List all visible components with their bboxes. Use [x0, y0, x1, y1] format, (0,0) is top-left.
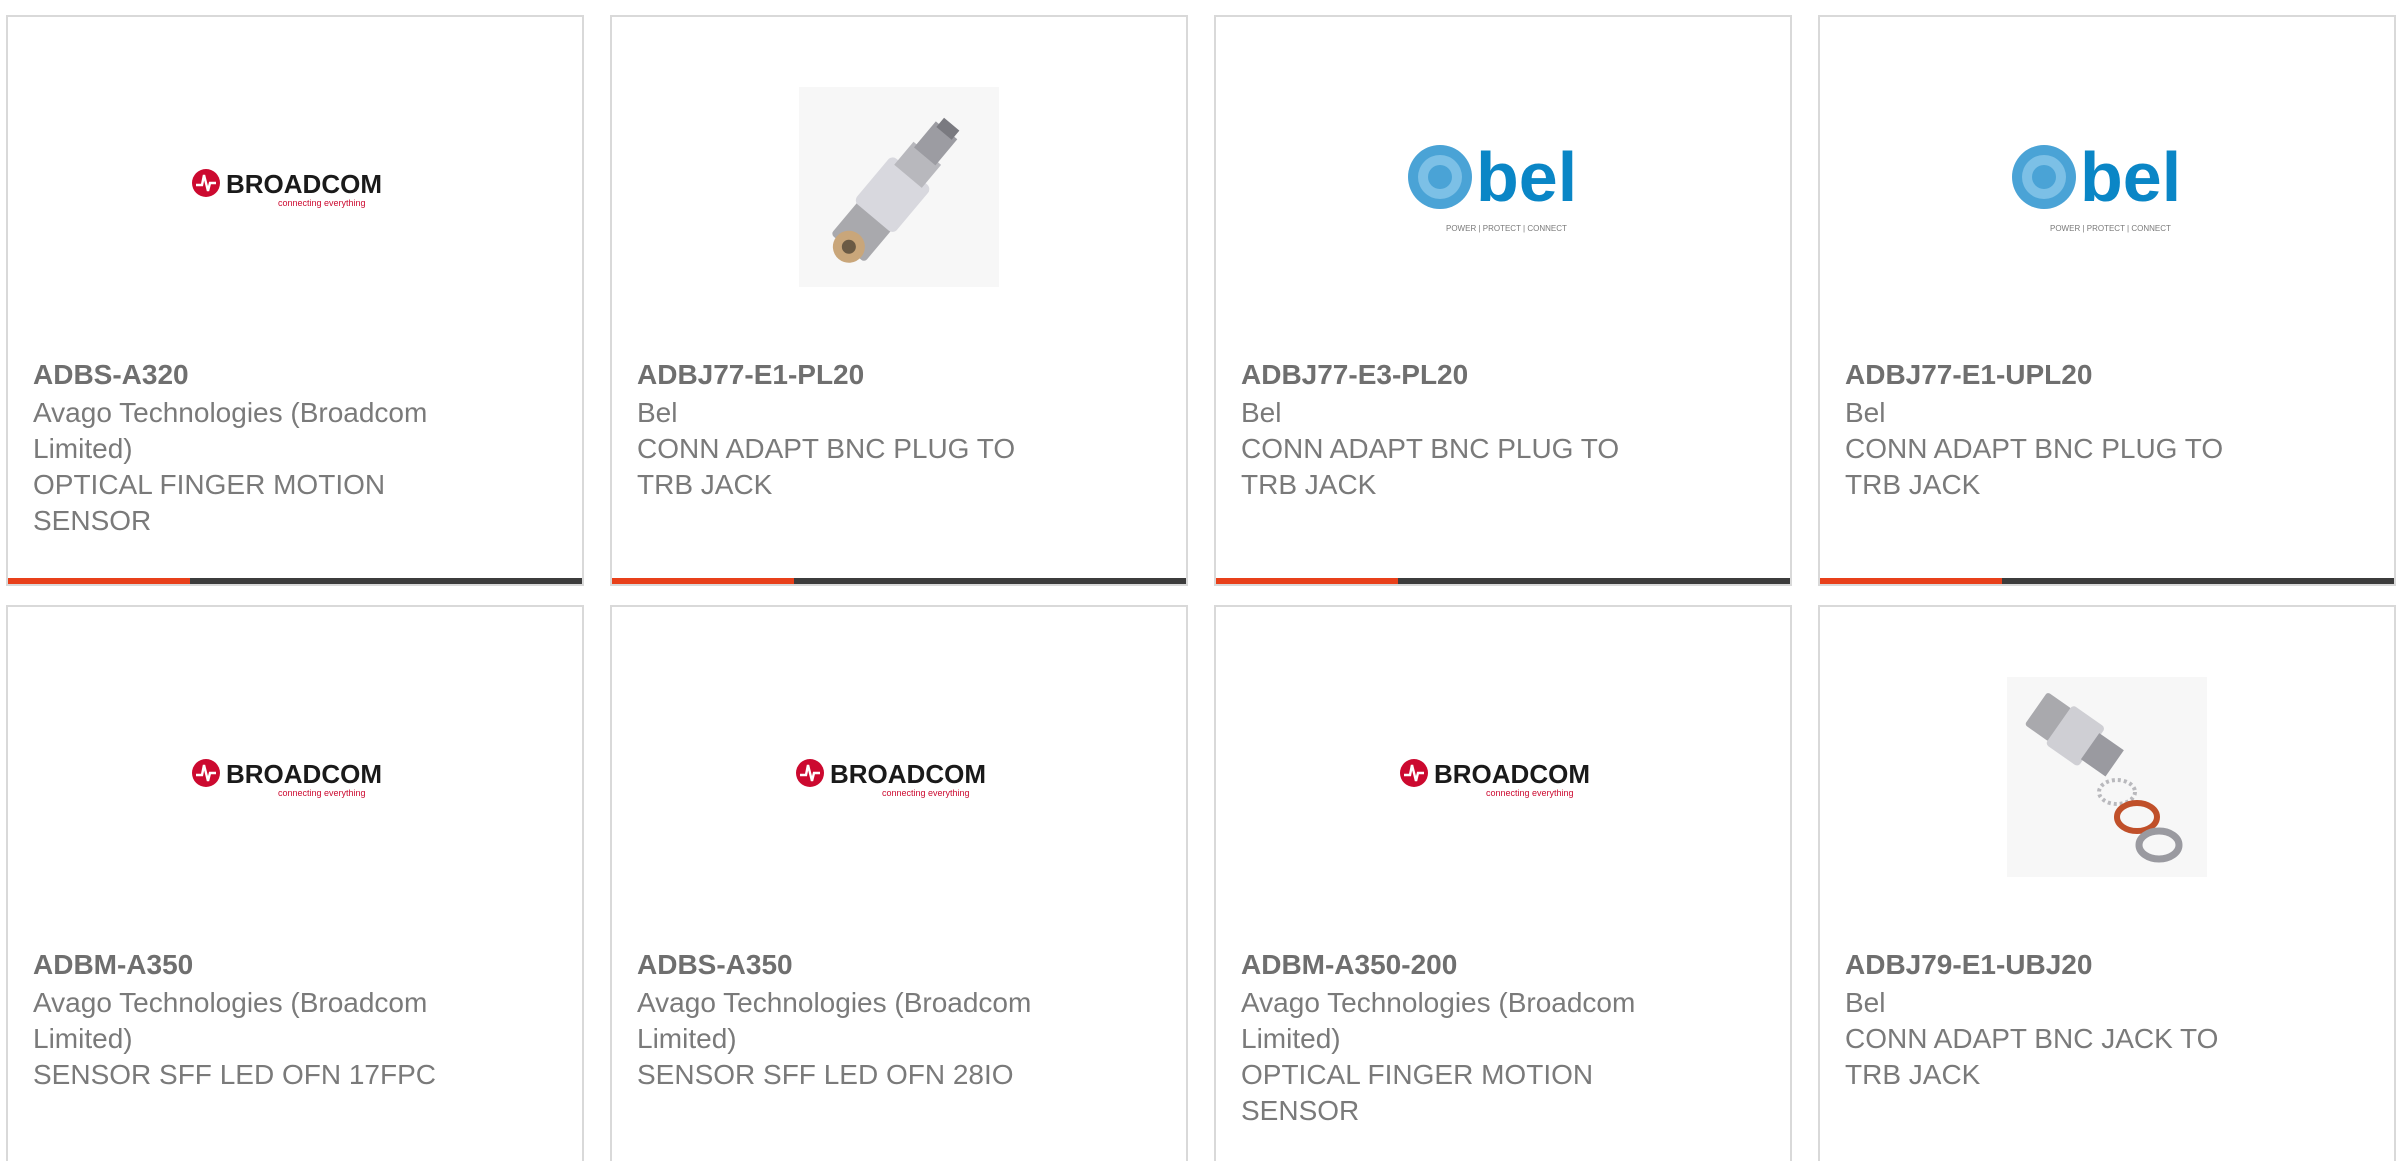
- product-card[interactable]: BROADCOM connecting everything ADBS-A350…: [610, 605, 1188, 1161]
- broadcom-logo: BROADCOM connecting everything: [190, 755, 400, 799]
- svg-text:bel: bel: [2080, 138, 2181, 216]
- part-number[interactable]: ADBM-A350-200: [1241, 947, 1671, 983]
- description: OPTICAL FINGER MOTION SENSOR: [33, 469, 386, 536]
- card-bottom-bar: [1820, 578, 2394, 584]
- broadcom-logo: BROADCOM connecting everything: [190, 165, 400, 209]
- card-accent-bar: [1216, 578, 1398, 584]
- svg-text:bel: bel: [1476, 138, 1577, 216]
- svg-text:connecting everything: connecting everything: [278, 788, 366, 798]
- svg-text:BROADCOM: BROADCOM: [226, 169, 382, 199]
- description: CONN ADAPT BNC PLUG TO TRB JACK: [1845, 433, 2224, 500]
- description: OPTICAL FINGER MOTION SENSOR: [1241, 1059, 1594, 1126]
- broadcom-logo: BROADCOM connecting everything: [1398, 755, 1608, 799]
- product-image-area: BROADCOM connecting everything: [612, 607, 1186, 947]
- bnc-jack-kit-photo: [2007, 677, 2207, 877]
- product-info: ADBJ77-E1-UPL20 Bel CONN ADAPT BNC PLUG …: [1845, 357, 2275, 503]
- part-number[interactable]: ADBS-A350: [637, 947, 1067, 983]
- svg-text:connecting everything: connecting everything: [278, 198, 366, 208]
- product-image-area: bel POWER | PROTECT | CONNECT: [1216, 17, 1790, 357]
- product-card[interactable]: ADBJ77-E1-PL20 Bel CONN ADAPT BNC PLUG T…: [610, 15, 1188, 586]
- svg-text:POWER | PROTECT | CONNECT: POWER | PROTECT | CONNECT: [1446, 224, 1567, 233]
- bnc-adapter-photo: [799, 87, 999, 287]
- product-image-area: BROADCOM connecting everything: [8, 607, 582, 947]
- svg-text:BROADCOM: BROADCOM: [1434, 759, 1590, 789]
- description: CONN ADAPT BNC PLUG TO TRB JACK: [637, 433, 1016, 500]
- svg-text:connecting everything: connecting everything: [1486, 788, 1574, 798]
- product-card[interactable]: ADBJ79-E1-UBJ20 Bel CONN ADAPT BNC JACK …: [1818, 605, 2396, 1161]
- product-image-area: BROADCOM connecting everything: [1216, 607, 1790, 947]
- part-number[interactable]: ADBJ77-E1-PL20: [637, 357, 1067, 393]
- svg-text:POWER | PROTECT | CONNECT: POWER | PROTECT | CONNECT: [2050, 224, 2171, 233]
- description: SENSOR SFF LED OFN 17FPC: [33, 1059, 436, 1090]
- product-image-area: bel POWER | PROTECT | CONNECT: [1820, 17, 2394, 357]
- bel-logo: bel POWER | PROTECT | CONNECT: [1398, 137, 1608, 237]
- part-number[interactable]: ADBJ77-E1-UPL20: [1845, 357, 2275, 393]
- part-number[interactable]: ADBM-A350: [33, 947, 463, 983]
- product-card[interactable]: bel POWER | PROTECT | CONNECT ADBJ77-E1-…: [1818, 15, 2396, 586]
- product-card[interactable]: BROADCOM connecting everything ADBS-A320…: [6, 15, 584, 586]
- part-number[interactable]: ADBS-A320: [33, 357, 463, 393]
- card-accent-bar: [612, 578, 794, 584]
- svg-text:BROADCOM: BROADCOM: [226, 759, 382, 789]
- manufacturer: Bel: [637, 397, 678, 428]
- product-image-area: BROADCOM connecting everything: [8, 17, 582, 357]
- part-number[interactable]: ADBJ79-E1-UBJ20: [1845, 947, 2275, 983]
- product-info: ADBS-A320 Avago Technologies (Broadcom L…: [33, 357, 463, 539]
- product-image-area: [612, 17, 1186, 357]
- bel-logo: bel POWER | PROTECT | CONNECT: [2002, 137, 2212, 237]
- description: CONN ADAPT BNC PLUG TO TRB JACK: [1241, 433, 1620, 500]
- card-accent-bar: [1820, 578, 2002, 584]
- product-grid: BROADCOM connecting everything ADBS-A320…: [0, 0, 2400, 1161]
- svg-text:connecting everything: connecting everything: [882, 788, 970, 798]
- card-bottom-bar: [612, 578, 1186, 584]
- manufacturer: Bel: [1241, 397, 1282, 428]
- broadcom-logo: BROADCOM connecting everything: [794, 755, 1004, 799]
- description: CONN ADAPT BNC JACK TO TRB JACK: [1845, 1023, 2219, 1090]
- product-info: ADBJ77-E1-PL20 Bel CONN ADAPT BNC PLUG T…: [637, 357, 1067, 503]
- manufacturer: Bel: [1845, 397, 1886, 428]
- product-card[interactable]: BROADCOM connecting everything ADBM-A350…: [6, 605, 584, 1161]
- manufacturer: Avago Technologies (Broadcom Limited): [33, 397, 428, 464]
- description: SENSOR SFF LED OFN 28IO: [637, 1059, 1014, 1090]
- product-card[interactable]: BROADCOM connecting everything ADBM-A350…: [1214, 605, 1792, 1161]
- manufacturer: Avago Technologies (Broadcom Limited): [1241, 987, 1636, 1054]
- card-accent-bar: [8, 578, 190, 584]
- product-card[interactable]: bel POWER | PROTECT | CONNECT ADBJ77-E3-…: [1214, 15, 1792, 586]
- product-info: ADBM-A350 Avago Technologies (Broadcom L…: [33, 947, 463, 1093]
- part-number[interactable]: ADBJ77-E3-PL20: [1241, 357, 1671, 393]
- card-bottom-bar: [8, 578, 582, 584]
- product-info: ADBJ79-E1-UBJ20 Bel CONN ADAPT BNC JACK …: [1845, 947, 2275, 1093]
- svg-text:BROADCOM: BROADCOM: [830, 759, 986, 789]
- product-info: ADBS-A350 Avago Technologies (Broadcom L…: [637, 947, 1067, 1093]
- manufacturer: Avago Technologies (Broadcom Limited): [33, 987, 428, 1054]
- manufacturer: Avago Technologies (Broadcom Limited): [637, 987, 1032, 1054]
- product-info: ADBM-A350-200 Avago Technologies (Broadc…: [1241, 947, 1671, 1129]
- product-info: ADBJ77-E3-PL20 Bel CONN ADAPT BNC PLUG T…: [1241, 357, 1671, 503]
- manufacturer: Bel: [1845, 987, 1886, 1018]
- card-bottom-bar: [1216, 578, 1790, 584]
- product-image-area: [1820, 607, 2394, 947]
